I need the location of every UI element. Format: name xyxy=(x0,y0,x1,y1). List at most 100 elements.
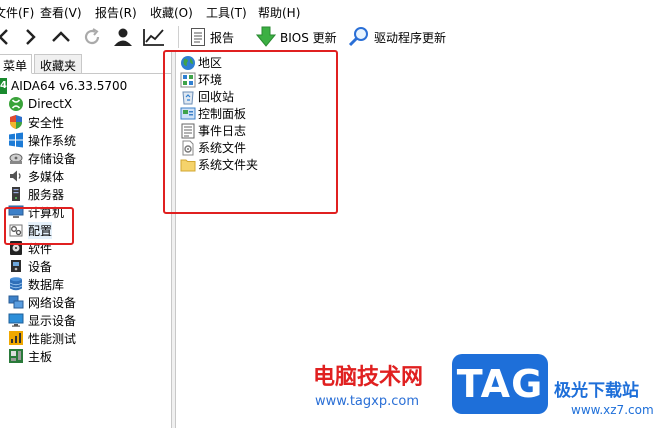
globe-icon xyxy=(181,55,195,70)
watermark-brand-url: www.xz7.com xyxy=(571,403,654,417)
panel-tabs: 菜单 收藏夹 xyxy=(0,52,172,74)
tree-item-label: 显示设备 xyxy=(28,313,77,328)
tree-item-devices[interactable]: 设备 xyxy=(8,257,52,275)
config-icon xyxy=(9,224,23,237)
tree-item-security[interactable]: 安全性 xyxy=(8,113,64,131)
tab-favorites[interactable]: 收藏夹 xyxy=(34,54,82,74)
driver-update-button[interactable]: 驱动程序更新 xyxy=(348,26,446,48)
user-icon xyxy=(114,28,132,46)
folder-icon xyxy=(180,159,196,171)
network-icon xyxy=(8,295,24,309)
magnifier-icon xyxy=(348,27,368,47)
watermark-site-url: www.tagxp.com xyxy=(315,394,419,409)
panel-splitter[interactable] xyxy=(172,52,176,428)
software-icon xyxy=(10,241,22,255)
tree-item-label: 设备 xyxy=(28,259,53,274)
tree-item-label: 安全性 xyxy=(28,115,65,130)
menu-file[interactable]: 文件(F) xyxy=(0,4,34,21)
benchmark-icon xyxy=(9,331,23,345)
chart-button[interactable] xyxy=(142,26,166,48)
bios-update-button[interactable]: BIOS 更新 xyxy=(256,26,337,48)
menu-favorites[interactable]: 收藏(O) xyxy=(150,4,193,21)
tree-item-label: 多媒体 xyxy=(28,169,65,184)
refresh-button[interactable] xyxy=(82,26,102,48)
watermark-brand-name: 极光下载站 xyxy=(554,381,639,401)
config-item-label: 系统文件夹 xyxy=(198,158,259,172)
tree-item-label: 性能测试 xyxy=(28,331,77,346)
disk-icon xyxy=(9,153,23,164)
tree-item-label: 软件 xyxy=(28,241,53,256)
report-label: 报告 xyxy=(210,30,235,45)
database-icon xyxy=(9,277,23,291)
menu-help[interactable]: 帮助(H) xyxy=(258,4,300,21)
toolbar: 报告 BIOS 更新 驱动程序更新 xyxy=(0,22,665,52)
watermark-tag-logo: TAG xyxy=(452,354,548,414)
tree-item-multimedia[interactable]: 多媒体 xyxy=(8,167,64,185)
tree-item-label: 配置 xyxy=(28,221,53,239)
tree-item-storage[interactable]: 存储设备 xyxy=(8,149,76,167)
chevron-right-icon xyxy=(26,29,36,45)
line-chart-icon xyxy=(143,29,164,46)
xbox-icon xyxy=(9,97,23,111)
environment-icon xyxy=(180,72,196,87)
config-item-label: 系统文件 xyxy=(198,141,247,155)
config-item-label: 环境 xyxy=(198,73,223,87)
server-icon xyxy=(12,187,20,201)
tree-item-label: 存储设备 xyxy=(28,151,77,166)
shield-icon xyxy=(10,115,22,129)
tree-item-motherboard[interactable]: 主板 xyxy=(8,347,52,365)
tree-item-label: 服务器 xyxy=(28,187,65,202)
tree-item-label: 操作系统 xyxy=(28,133,77,148)
device-icon xyxy=(11,260,21,272)
windows-icon xyxy=(9,132,23,148)
computer-icon xyxy=(8,205,24,218)
navigation-panel: 菜单 收藏夹 4 AIDA64 v6.33.5700 DirectX 安全性 操… xyxy=(0,52,172,428)
motherboard-icon xyxy=(9,349,23,363)
config-item-recycle-bin[interactable]: 回收站 xyxy=(180,88,234,105)
forward-button[interactable] xyxy=(22,26,38,48)
config-item-region[interactable]: 地区 xyxy=(180,54,222,71)
speaker-icon xyxy=(10,170,21,182)
tree-item-display[interactable]: 显示设备 xyxy=(8,311,76,329)
refresh-icon xyxy=(84,28,100,45)
tree-item-config[interactable]: 配置 xyxy=(8,221,53,239)
tree-item-database[interactable]: 数据库 xyxy=(8,275,64,293)
tree-root-label: AIDA64 v6.33.5700 xyxy=(11,79,128,93)
menu-tools[interactable]: 工具(T) xyxy=(206,4,247,21)
config-item-label: 地区 xyxy=(198,56,223,70)
driver-update-label: 驱动程序更新 xyxy=(374,30,447,45)
tree-item-benchmark[interactable]: 性能测试 xyxy=(8,329,76,347)
user-button[interactable] xyxy=(112,26,134,48)
menu-report[interactable]: 报告(R) xyxy=(95,4,137,21)
tree-item-label: 数据库 xyxy=(28,277,65,292)
tree-item-label: 网络设备 xyxy=(28,295,77,310)
config-item-label: 控制面板 xyxy=(198,107,247,121)
tab-menu[interactable]: 菜单 xyxy=(0,54,32,74)
config-item-environment[interactable]: 环境 xyxy=(180,71,222,88)
config-item-label: 回收站 xyxy=(198,90,235,104)
tree-item-label: 计算机 xyxy=(28,205,65,220)
tree-item-os[interactable]: 操作系统 xyxy=(8,131,76,149)
monitor-icon xyxy=(8,313,24,327)
report-button[interactable]: 报告 xyxy=(190,26,234,48)
tree-item-computer[interactable]: 计算机 xyxy=(8,203,64,221)
tree-root-aida64[interactable]: 4 AIDA64 v6.33.5700 xyxy=(0,77,127,95)
aida64-icon: 4 xyxy=(0,78,7,94)
tree-item-directx[interactable]: DirectX xyxy=(8,95,72,113)
report-icon xyxy=(191,28,205,46)
menu-bar: 文件(F) 查看(V) 报告(R) 收藏(O) 工具(T) 帮助(H) xyxy=(0,0,665,22)
config-item-event-log[interactable]: 事件日志 xyxy=(180,122,246,139)
up-button[interactable] xyxy=(50,26,72,48)
tree-item-network[interactable]: 网络设备 xyxy=(8,293,76,311)
config-item-system-files[interactable]: 系统文件 xyxy=(180,139,246,156)
watermark-tag-text: TAG xyxy=(456,362,544,406)
back-button[interactable] xyxy=(0,26,12,48)
tree-item-software[interactable]: 软件 xyxy=(8,239,52,257)
menu-view[interactable]: 查看(V) xyxy=(40,4,82,21)
config-item-system-folders[interactable]: 系统文件夹 xyxy=(180,156,258,173)
chevron-up-icon xyxy=(52,31,70,42)
config-item-label: 事件日志 xyxy=(198,124,247,138)
bios-update-label: BIOS 更新 xyxy=(280,30,337,45)
tree-item-server[interactable]: 服务器 xyxy=(8,185,64,203)
config-item-control-panel[interactable]: 控制面板 xyxy=(180,105,246,122)
